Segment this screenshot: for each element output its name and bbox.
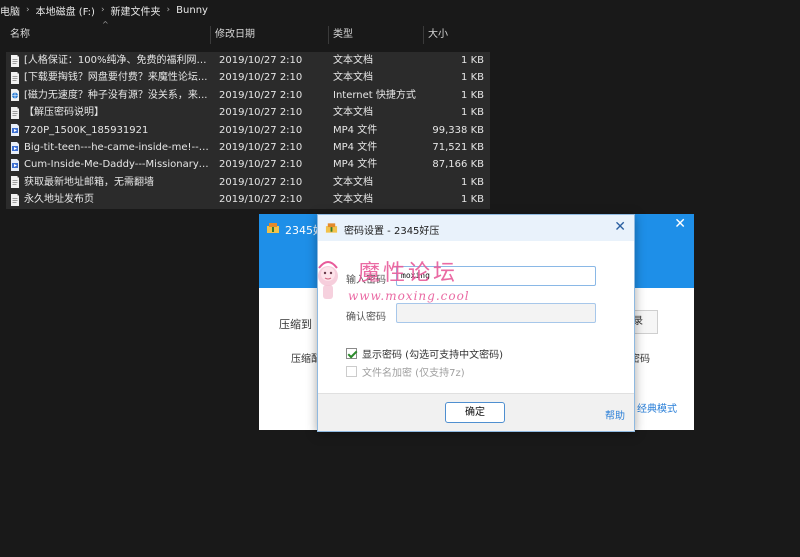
file-row[interactable]: 【解压密码说明】 2019/10/27 2:10 文本文档 1 KB — [6, 104, 490, 122]
file-size: 1 KB — [461, 194, 484, 206]
text-file-icon — [10, 72, 20, 85]
file-date: 2019/10/27 2:10 — [219, 176, 303, 188]
file-type: MP4 文件 — [333, 159, 378, 171]
file-name-cell: 永久地址发布页 — [6, 191, 211, 208]
file-name[interactable]: 获取最新地址邮箱，无需翻墙 — [24, 174, 211, 191]
encrypt-filenames-option[interactable]: 文件名加密 (仅支持7z) — [346, 364, 465, 379]
ok-button[interactable]: 确定 — [445, 402, 505, 423]
file-date: 2019/10/27 2:10 — [219, 159, 303, 171]
help-link[interactable]: 帮助 — [605, 407, 625, 422]
file-name-cell: Big-tit-teen---he-came-inside-me!---... — [6, 139, 211, 156]
file-date: 2019/10/27 2:10 — [219, 89, 303, 101]
file-type: Internet 快捷方式 — [333, 89, 416, 101]
file-row[interactable]: [下载要掏钱？网盘要付费？来魔性论坛... 2019/10/27 2:10 文本文档… — [6, 69, 490, 87]
file-name-cell: 获取最新地址邮箱，无需翻墙 — [6, 174, 211, 191]
file-date: 2019/10/27 2:10 — [219, 194, 303, 206]
file-size: 1 KB — [461, 107, 484, 119]
file-name-cell: [磁力无速度？种子没有源？没关系，来... — [6, 87, 211, 104]
show-password-checkbox[interactable] — [346, 348, 357, 359]
chevron-right-icon: › — [100, 5, 105, 15]
password-dialog: 密码设置 - 2345好压 ✕ 输入密码 moxing 确认密码 显示密码 (勾… — [317, 214, 635, 432]
classic-mode-link[interactable]: 经典模式 — [637, 400, 677, 415]
show-password-label: 显示密码 (勾选可支持中文密码) — [362, 350, 503, 361]
file-list: [人格保证：100%纯净、免费的福利网站... 2019/10/27 2:10 文本… — [6, 52, 490, 209]
file-row[interactable]: Cum-Inside-Me-Daddy---Missionary-... 2019… — [6, 156, 490, 174]
file-row[interactable]: [磁力无速度？种子没有源？没关系，来... 2019/10/27 2:10 Inte… — [6, 86, 490, 105]
dialog-footer: 确定 帮助 — [318, 393, 634, 431]
file-name[interactable]: [下载要掏钱？网盘要付费？来魔性论坛... — [24, 69, 211, 86]
file-type: 文本文档 — [333, 176, 373, 188]
dialog-title-bar: 密码设置 - 2345好压 ✕ — [318, 215, 634, 241]
file-size: 71,521 KB — [432, 141, 484, 153]
file-name[interactable]: [人格保证：100%纯净、免费的福利网站... — [24, 52, 211, 69]
file-date: 2019/10/27 2:10 — [219, 55, 303, 66]
file-row[interactable]: [人格保证：100%纯净、免费的福利网站... 2019/10/27 2:10 文本… — [6, 52, 490, 70]
video-file-icon — [10, 124, 20, 137]
file-size: 1 KB — [461, 89, 484, 101]
show-password-option[interactable]: 显示密码 (勾选可支持中文密码) — [346, 346, 503, 361]
haozip-app-icon — [267, 223, 279, 233]
breadcrumb-item-drive[interactable]: 本地磁盘 (F:) — [36, 3, 95, 18]
column-header-date[interactable]: 修改日期 — [211, 26, 329, 44]
haozip-app-icon — [325, 223, 338, 233]
file-type: MP4 文件 — [333, 124, 378, 136]
file-type: 文本文档 — [333, 55, 373, 66]
file-date: 2019/10/27 2:10 — [219, 124, 303, 136]
close-icon[interactable]: ✕ — [614, 219, 626, 235]
file-type: 文本文档 — [333, 194, 373, 206]
file-size: 87,166 KB — [432, 159, 484, 171]
file-name[interactable]: 720P_1500K_185931921 — [24, 122, 211, 139]
close-icon[interactable]: ✕ — [674, 216, 686, 232]
file-type: 文本文档 — [333, 72, 373, 84]
file-size: 1 KB — [461, 176, 484, 188]
dialog-title: 密码设置 - 2345好压 — [344, 226, 440, 237]
file-date: 2019/10/27 2:10 — [219, 141, 303, 153]
video-file-icon — [10, 159, 20, 172]
text-file-icon — [10, 193, 20, 206]
breadcrumb-item-folder[interactable]: 新建文件夹 — [111, 3, 161, 18]
file-name-cell: 720P_1500K_185931921 — [6, 122, 211, 139]
file-name[interactable]: Cum-Inside-Me-Daddy---Missionary-... — [24, 156, 211, 173]
file-size: 1 KB — [461, 72, 484, 84]
watermark-title: 魔性论坛 — [358, 261, 459, 286]
watermark-url: www.moxing.cool — [348, 289, 470, 303]
compress-to-label: 压缩到 — [279, 318, 312, 331]
confirm-password-input[interactable] — [396, 303, 596, 323]
text-file-icon — [10, 54, 20, 67]
encrypt-filenames-label: 文件名加密 (仅支持7z) — [362, 368, 465, 379]
file-row[interactable]: 720P_1500K_185931921 2019/10/27 2:10 MP4 文… — [6, 121, 490, 139]
video-file-icon — [10, 141, 20, 154]
file-date: 2019/10/27 2:10 — [219, 107, 303, 119]
chevron-right-icon: › — [166, 5, 171, 15]
file-name[interactable]: Big-tit-teen---he-came-inside-me!---... — [24, 139, 211, 156]
encrypt-filenames-checkbox[interactable] — [346, 366, 357, 377]
file-row[interactable]: 永久地址发布页 2019/10/27 2:10 文本文档 1 KB — [6, 191, 490, 209]
file-row[interactable]: 获取最新地址邮箱，无需翻墙 2019/10/27 2:10 文本文档 1 KB — [6, 173, 490, 192]
text-file-icon — [10, 106, 20, 119]
column-header-size[interactable]: 大小 — [424, 26, 490, 44]
file-row[interactable]: Big-tit-teen---he-came-inside-me!---... 2… — [6, 138, 490, 157]
file-size: 1 KB — [461, 55, 484, 66]
file-size: 99,338 KB — [432, 124, 484, 136]
chevron-right-icon: › — [26, 5, 30, 15]
file-name-cell: [人格保证：100%纯净、免费的福利网站... — [6, 52, 211, 69]
column-header-type[interactable]: 类型 — [329, 26, 424, 44]
file-name-cell: 【解压密码说明】 — [6, 104, 211, 121]
confirm-password-label: 确认密码 — [346, 312, 386, 323]
breadcrumb-item-pc[interactable]: 电脑 — [0, 3, 20, 18]
column-header-name[interactable]: 名称 — [6, 26, 211, 44]
file-name[interactable]: 【解压密码说明】 — [24, 104, 211, 121]
file-type: 文本文档 — [333, 107, 373, 119]
breadcrumb-item-current[interactable]: Bunny — [176, 5, 208, 16]
file-name-cell: [下载要掏钱？网盘要付费？来魔性论坛... — [6, 69, 211, 86]
file-name-cell: Cum-Inside-Me-Daddy---Missionary-... — [6, 156, 211, 173]
file-date: 2019/10/27 2:10 — [219, 72, 303, 84]
text-file-icon — [10, 176, 20, 189]
breadcrumb: 电脑 › 本地磁盘 (F:) › 新建文件夹 › Bunny — [0, 0, 800, 20]
column-header-row: 名称 修改日期 类型 大小 — [6, 26, 490, 44]
file-name[interactable]: [磁力无速度？种子没有源？没关系，来... — [24, 87, 211, 104]
internet-shortcut-icon — [10, 89, 20, 102]
file-name[interactable]: 永久地址发布页 — [24, 191, 211, 208]
file-type: MP4 文件 — [333, 141, 378, 153]
